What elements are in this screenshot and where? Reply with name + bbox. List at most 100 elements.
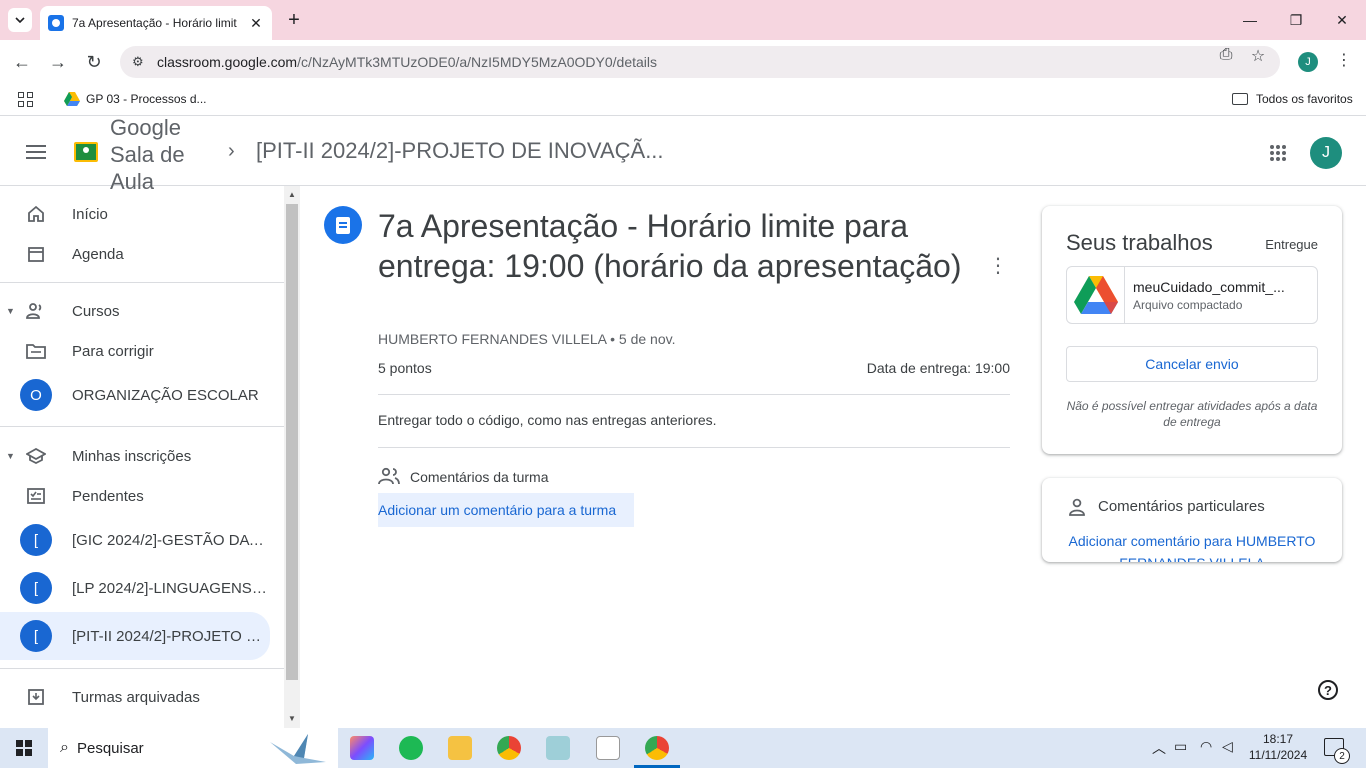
sidebar-item-org-escolar[interactable]: O ORGANIZAÇÃO ESCOLAR	[0, 375, 284, 415]
battery-icon[interactable]: ▭	[1174, 738, 1187, 755]
description: Entregar todo o código, como nas entrega…	[378, 412, 717, 428]
reload-icon[interactable]: ↻	[82, 50, 106, 74]
menu-icon[interactable]	[26, 145, 46, 159]
notepad-icon[interactable]	[596, 736, 620, 760]
drive-icon	[64, 92, 80, 106]
divider	[0, 668, 284, 669]
bookmark-gp03[interactable]: GP 03 - Processos d...	[64, 92, 207, 106]
new-tab-button[interactable]: +	[282, 8, 306, 32]
avatar[interactable]: J	[1310, 137, 1342, 169]
todo-icon	[26, 486, 46, 506]
due-date: Data de entrega: 19:00	[866, 360, 1010, 376]
scrollbar-thumb[interactable]	[286, 204, 298, 680]
private-comments-card: Comentários particulares Adicionar comen…	[1042, 478, 1342, 562]
classroom-brand[interactable]: Google Sala de Aula	[110, 114, 210, 195]
clock[interactable]: 18:17 11/11/2024	[1240, 731, 1316, 763]
help-icon[interactable]: ?	[1318, 680, 1338, 700]
site-settings-icon[interactable]: ⚙	[132, 54, 152, 70]
taskbar-search[interactable]: ⌕ Pesquisar	[48, 728, 338, 768]
your-work-heading: Seus trabalhos	[1066, 230, 1213, 255]
notification-count: 2	[1334, 748, 1350, 764]
add-class-comment-link[interactable]: Adicionar um comentário para a turma	[378, 493, 634, 527]
sidebar-item-label: Início	[72, 205, 108, 223]
divider	[0, 282, 284, 283]
spotify-icon[interactable]	[399, 736, 423, 760]
minimize-button[interactable]: —	[1238, 8, 1262, 32]
divider	[378, 447, 1010, 448]
school-icon	[26, 446, 46, 466]
divider	[0, 426, 284, 427]
attachment[interactable]: meuCuidado_commit_... Arquivo compactado	[1066, 266, 1318, 324]
add-private-comment-link[interactable]: Adicionar comentário para HUMBERTO FERNA…	[1066, 530, 1318, 562]
sidebar-item-gic[interactable]: [ [GIC 2024/2]-GESTÃO DA I...	[0, 520, 284, 560]
star-icon[interactable]: ☆	[1248, 46, 1268, 66]
review-icon	[26, 341, 46, 361]
points: 5 pontos	[378, 360, 432, 376]
volume-icon[interactable]: ◁	[1222, 738, 1233, 755]
profile-button[interactable]: J	[1298, 52, 1318, 72]
file-type: Arquivo compactado	[1133, 298, 1243, 312]
wifi-icon[interactable]: ◠	[1200, 738, 1212, 755]
file-explorer-icon[interactable]	[448, 736, 472, 760]
chrome-active-icon[interactable]	[645, 736, 669, 760]
status-badge: Entregue	[1265, 237, 1318, 252]
sidebar-scrollbar[interactable]: ▲ ▼	[284, 186, 300, 728]
course-initial: [	[20, 572, 52, 604]
install-icon[interactable]: ⎙	[1216, 46, 1236, 64]
url-text: classroom.google.com/c/NzAyMTk3MTUzODE0/…	[157, 54, 658, 70]
archive-icon	[26, 687, 46, 707]
classroom-logo[interactable]	[74, 142, 98, 162]
copilot-icon[interactable]	[350, 736, 374, 760]
close-icon[interactable]: ✕	[248, 15, 264, 32]
caret-down-icon[interactable]: ▼	[6, 306, 15, 316]
sidebar-item-label: Cursos	[72, 302, 120, 320]
back-icon[interactable]: ←	[10, 50, 34, 74]
sidebar-item-to-review[interactable]: Para corrigir	[0, 331, 284, 371]
sidebar-item-enrolled[interactable]: ▼ Minhas inscrições	[0, 436, 284, 476]
divider	[378, 394, 1010, 395]
browser-tab-strip: 7a Apresentação - Horário limit ✕ + — ❐ …	[0, 0, 1366, 40]
private-comments-title: Comentários particulares	[1098, 498, 1265, 515]
author-date: HUMBERTO FERNANDES VILLELA • 5 de nov.	[378, 331, 676, 347]
forward-icon[interactable]: →	[46, 50, 70, 74]
browser-toolbar: ← → ↻ ⚙ classroom.google.com/c/NzAyMTk3M…	[0, 40, 1366, 84]
tab-list-icon[interactable]	[8, 8, 32, 32]
browser-menu-icon[interactable]: ⋮	[1336, 50, 1352, 70]
sidebar-item-archived[interactable]: Turmas arquivadas	[0, 677, 284, 717]
all-bookmarks[interactable]: Todos os favoritos	[1232, 92, 1353, 106]
restore-button[interactable]: ❐	[1284, 8, 1308, 32]
origami-bird-icon	[270, 734, 326, 764]
calendar-icon	[26, 244, 46, 264]
app-icon[interactable]	[546, 736, 570, 760]
sidebar-item-label: [GIC 2024/2]-GESTÃO DA I...	[72, 531, 267, 549]
browser-tab[interactable]: 7a Apresentação - Horário limit ✕	[40, 6, 272, 40]
more-vert-icon[interactable]: ⋮	[988, 254, 1008, 278]
chevron-up-icon[interactable]: ︿	[1152, 738, 1166, 758]
apps-grid-icon[interactable]	[1270, 145, 1286, 161]
bookmark-label: GP 03 - Processos d...	[86, 92, 207, 106]
close-window-button[interactable]: ✕	[1330, 8, 1354, 32]
assignment-icon	[324, 206, 362, 244]
sidebar-item-pit[interactable]: [ [PIT-II 2024/2]-PROJETO D...	[0, 612, 270, 660]
sidebar-item-calendar[interactable]: Agenda	[0, 234, 284, 274]
sidebar-item-label: [LP 2024/2]-LINGUAGENS ...	[72, 579, 267, 597]
sidebar-item-todo[interactable]: Pendentes	[0, 476, 284, 516]
sidebar-item-home[interactable]: Início	[0, 194, 284, 234]
windows-icon[interactable]	[16, 740, 32, 756]
people-icon	[26, 301, 46, 321]
caret-down-icon[interactable]: ▼	[6, 451, 15, 461]
sidebar-item-label: Para corrigir	[72, 342, 154, 360]
taskbar: ⌕ Pesquisar ︿ ▭ ◠ ◁ 18:17 11/11/2024 2	[0, 728, 1366, 768]
sidebar-item-label: [PIT-II 2024/2]-PROJETO D...	[72, 627, 267, 645]
sidebar-item-lp[interactable]: [ [LP 2024/2]-LINGUAGENS ...	[0, 568, 284, 608]
breadcrumb[interactable]: [PIT-II 2024/2]-PROJETO DE INOVAÇÃ...	[256, 138, 664, 164]
scroll-up-icon[interactable]: ▲	[288, 190, 296, 199]
unsubmit-button[interactable]: Cancelar envio	[1066, 346, 1318, 382]
all-bookmarks-label: Todos os favoritos	[1256, 92, 1353, 106]
address-bar[interactable]: ⚙ classroom.google.com/c/NzAyMTk3MTUzODE…	[120, 46, 1280, 78]
chrome-icon[interactable]	[497, 736, 521, 760]
sidebar-item-courses[interactable]: ▼ Cursos	[0, 291, 284, 331]
apps-shortcut-icon[interactable]	[18, 92, 34, 108]
classroom-header: Google Sala de Aula › [PIT-II 2024/2]-PR…	[0, 115, 1366, 194]
scroll-down-icon[interactable]: ▼	[288, 714, 296, 723]
